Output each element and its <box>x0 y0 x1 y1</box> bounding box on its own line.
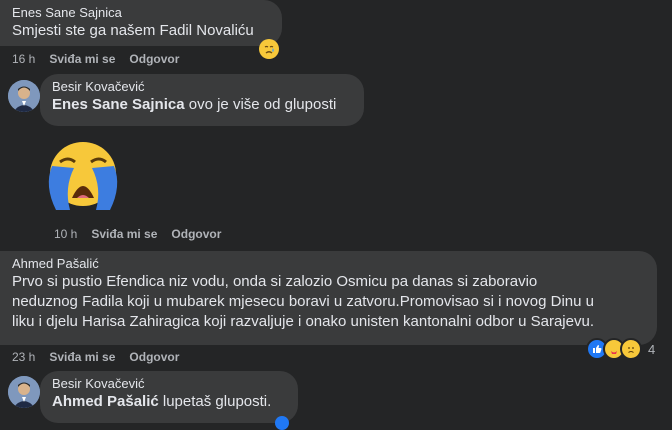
sad-tear-emoji-icon <box>259 39 279 59</box>
comment-bubble: Besir Kovačević Enes Sane Sajnica ovo je… <box>40 74 364 126</box>
like-button[interactable]: Sviđa mi se <box>91 227 157 241</box>
comment-author[interactable]: Ahmed Pašalić <box>12 255 645 272</box>
mention-link[interactable]: Ahmed Pašalić <box>52 393 159 410</box>
reply-button[interactable]: Odgovor <box>129 350 179 364</box>
comment-text: Enes Sane Sajnica ovo je više od glupost… <box>52 96 337 113</box>
comment-bubble: Ahmed Pašalić Prvo si pustio Efendica ni… <box>0 251 657 345</box>
comment-meta: 16 h Sviđa mi se Odgovor <box>12 52 193 66</box>
loudly-crying-face-icon <box>44 140 122 212</box>
reaction-icon <box>275 416 289 430</box>
comment-text: Ahmed Pašalić lupetaš gluposti. <box>52 393 272 410</box>
comment-text: Prvo si pustio Efendica niz vodu, onda s… <box>12 272 645 332</box>
comment-line: Prvo si pustio Efendica niz vodu, onda s… <box>12 273 538 290</box>
like-button[interactable]: Sviđa mi se <box>49 52 115 66</box>
reaction-summary[interactable]: 4 <box>586 338 655 360</box>
comment-bubble: Besir Kovačević Ahmed Pašalić lupetaš gl… <box>40 371 298 423</box>
reply-button[interactable]: Odgovor <box>171 227 221 241</box>
reply-button[interactable]: Odgovor <box>129 52 179 66</box>
comment-time[interactable]: 23 h <box>12 350 35 364</box>
avatar[interactable] <box>8 376 40 408</box>
comment-time[interactable]: 10 h <box>54 227 77 241</box>
comment-line: liku i djelu Harisa Zahiragica koji razv… <box>12 313 594 330</box>
avatar[interactable] <box>8 80 40 112</box>
comment-bubble: Enes Sane Sajnica Smjesti ste ga našem F… <box>0 0 282 46</box>
comment-author[interactable]: Besir Kovačević <box>52 78 352 95</box>
comment-time[interactable]: 16 h <box>12 52 35 66</box>
like-button[interactable]: Sviđa mi se <box>49 350 115 364</box>
comment-text: Smjesti ste ga našem Fadil Novaliću <box>12 22 254 39</box>
mention-link[interactable]: Enes Sane Sajnica <box>52 96 185 113</box>
comment-author[interactable]: Besir Kovačević <box>52 375 286 392</box>
comment-meta: 10 h Sviđa mi se Odgovor <box>54 227 235 241</box>
comment-meta: 23 h Sviđa mi se Odgovor <box>12 350 193 364</box>
reaction-count: 4 <box>648 341 656 357</box>
comment-author[interactable]: Enes Sane Sajnica <box>12 4 270 21</box>
comment-line: neduznog Fadila koji u mubarek mjesecu b… <box>12 293 594 310</box>
sad-reaction-icon <box>620 338 642 360</box>
